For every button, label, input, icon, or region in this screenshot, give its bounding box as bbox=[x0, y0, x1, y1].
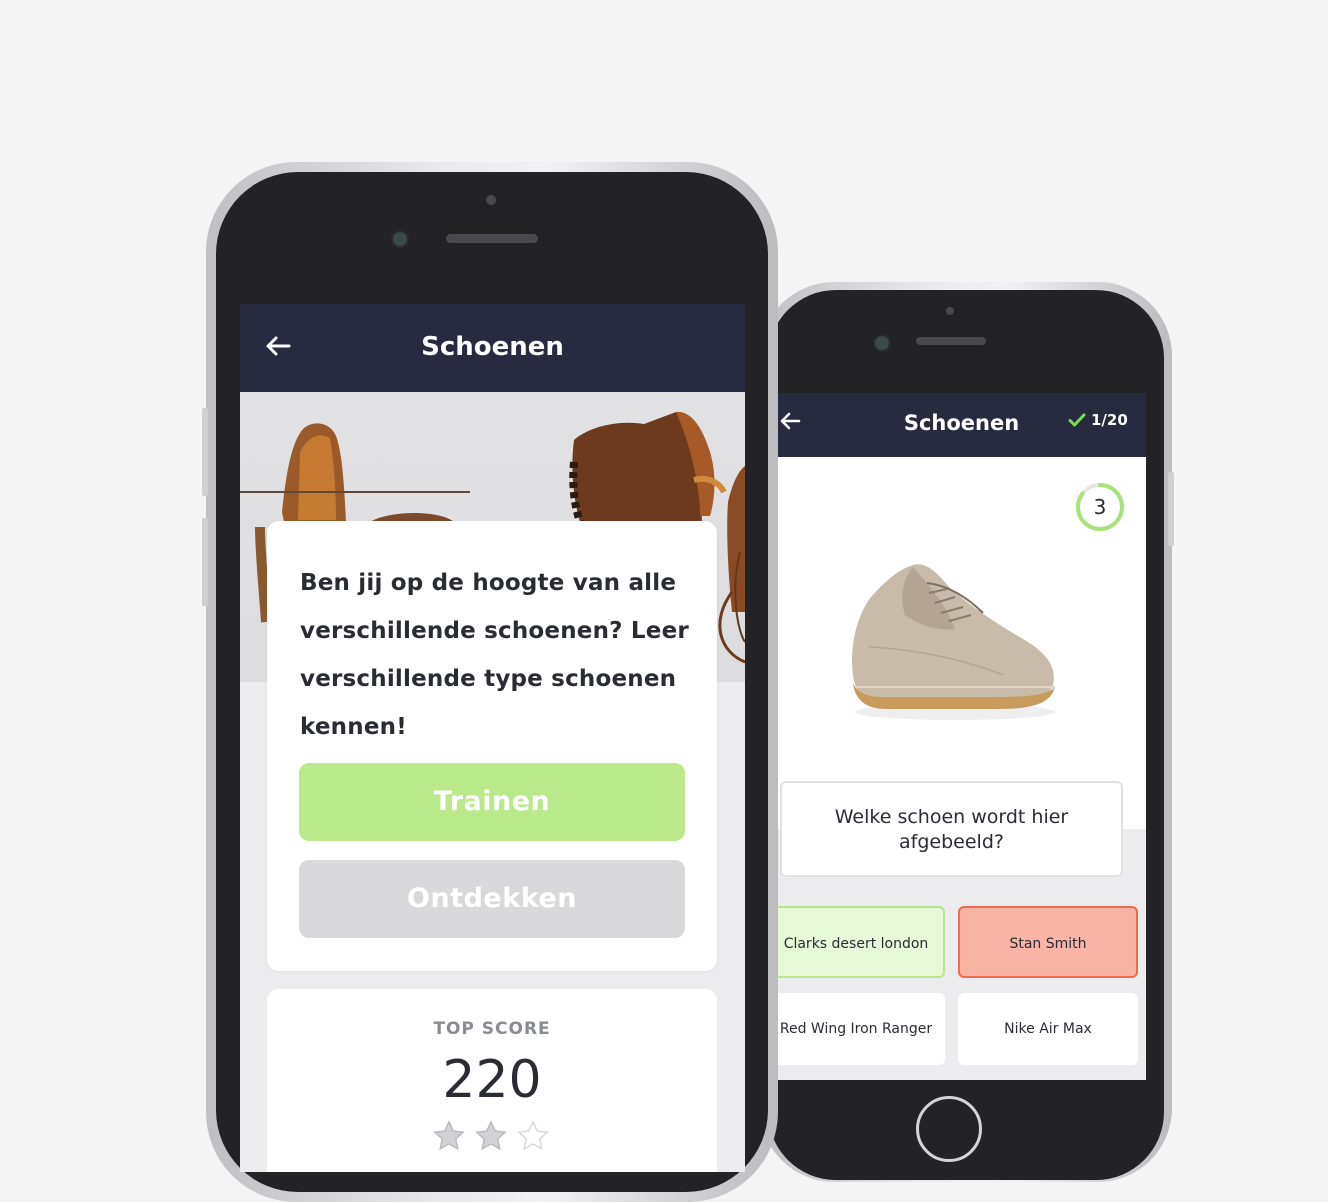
train-button[interactable]: Trainen bbox=[299, 763, 685, 841]
right-phone-sensor bbox=[946, 307, 954, 315]
answer-label: Stan Smith bbox=[1009, 936, 1087, 952]
check-icon bbox=[1068, 413, 1086, 427]
star-empty-icon bbox=[517, 1120, 549, 1151]
question-box: Welke schoen wordt hier afgebeeld? bbox=[780, 781, 1123, 877]
right-phone-speaker bbox=[916, 337, 986, 345]
score-label: TOP SCORE bbox=[433, 1019, 551, 1039]
quiz-screen: Schoenen 1/20 3 Welke schoen wordt hier … bbox=[777, 393, 1146, 1080]
intro-card: Ben jij op de hoogte van alle verschille… bbox=[267, 521, 717, 971]
intro-header: Schoenen bbox=[240, 304, 745, 392]
question-text: Welke schoen wordt hier afgebeeld? bbox=[834, 806, 1069, 853]
left-phone-camera bbox=[391, 230, 409, 248]
star-filled-icon bbox=[475, 1120, 507, 1151]
answer-option-wrong[interactable]: Stan Smith bbox=[958, 906, 1138, 978]
answer-option[interactable]: Nike Air Max bbox=[958, 993, 1138, 1065]
left-phone-speaker bbox=[446, 234, 538, 243]
home-button[interactable] bbox=[916, 1096, 982, 1162]
quiz-header: Schoenen 1/20 bbox=[777, 393, 1146, 457]
left-phone-volume-up bbox=[202, 408, 208, 496]
intro-text: Ben jij op de hoogte van alle verschille… bbox=[300, 570, 689, 740]
answer-option-correct[interactable]: Clarks desert london bbox=[777, 906, 945, 978]
right-phone-camera bbox=[873, 334, 891, 352]
score-card: TOP SCORE 220 bbox=[267, 989, 717, 1172]
star-rating bbox=[432, 1119, 552, 1153]
score-value: 220 bbox=[442, 1050, 542, 1110]
right-phone-side-button bbox=[1168, 472, 1174, 546]
progress-counter: 1/20 bbox=[1091, 411, 1128, 429]
quiz-image-area: 3 bbox=[777, 457, 1146, 829]
answer-label: Clarks desert london bbox=[783, 936, 929, 952]
page-title: Schoenen bbox=[421, 332, 564, 362]
left-phone-volume-down bbox=[202, 518, 208, 606]
answer-option[interactable]: Red Wing Iron Ranger bbox=[777, 993, 945, 1065]
timer-value: 3 bbox=[1093, 495, 1107, 519]
answer-label: Nike Air Max bbox=[1004, 1021, 1092, 1037]
shoe-image bbox=[851, 564, 1055, 720]
discover-button[interactable]: Ontdekken bbox=[299, 860, 685, 938]
star-filled-icon bbox=[433, 1120, 465, 1151]
intro-screen: Schoenen Ben jij op de hoogte van alle v… bbox=[240, 304, 745, 1172]
left-phone-sensor bbox=[486, 195, 496, 205]
answer-label: Red Wing Iron Ranger bbox=[779, 1021, 933, 1037]
